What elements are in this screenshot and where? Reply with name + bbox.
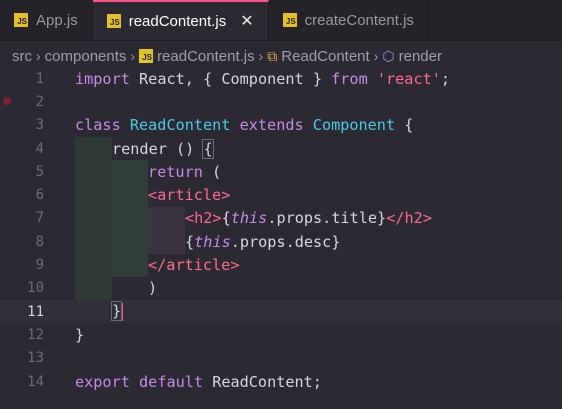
chevron-right-icon: › [36, 48, 41, 64]
line-code: </article> [148, 256, 240, 275]
code-line: 5 return ( [0, 160, 562, 183]
code-line: 2 [0, 90, 562, 113]
line-code: render () { [112, 138, 214, 159]
line-number: 10 [27, 280, 44, 297]
js-file-icon: JS [106, 14, 121, 28]
code-line: 12 } [0, 323, 562, 346]
line-number: 13 [27, 350, 44, 367]
chevron-right-icon: › [373, 48, 379, 64]
line-code: {this.props.desc} [185, 232, 341, 251]
class-symbol-icon: ⧉ [267, 47, 278, 64]
chevron-right-icon: › [258, 48, 264, 64]
js-file-icon: JS [14, 13, 28, 27]
tab-createcontent-js[interactable]: JS createContent.js [268, 0, 429, 40]
line-number: 9 [35, 257, 44, 274]
line-code: return ( [148, 162, 222, 181]
code-line: 3 class ReadContent extends Component { [0, 114, 562, 137]
line-number: 11 [27, 303, 44, 320]
tab-label: createContent.js [304, 11, 414, 29]
line-code: } [75, 325, 85, 344]
tab-bar: JS App.js JS readContent.js ✕ JS createC… [0, 0, 562, 41]
code-line: 1 import React, { Component } from 'reac… [0, 67, 562, 90]
chevron-right-icon: › [130, 48, 136, 64]
close-icon[interactable]: ✕ [240, 11, 253, 31]
line-number: 6 [35, 187, 44, 204]
breadcrumb-class[interactable]: ReadContent [281, 48, 369, 65]
line-code: export default ReadContent; [75, 372, 322, 391]
line-number: 12 [27, 326, 44, 343]
tab-label: readContent.js [128, 12, 227, 30]
code-line: 14 export default ReadContent; [0, 370, 562, 393]
line-code: <h2>{this.props.title}</h2> [185, 209, 432, 228]
breadcrumb-file[interactable]: readContent.js [157, 48, 255, 65]
text-cursor [121, 302, 124, 321]
code-line: 7 <h2>{this.props.title}</h2> [0, 207, 562, 230]
breadcrumb-src[interactable]: src [12, 48, 32, 65]
js-file-icon: JS [282, 13, 297, 27]
code-line: 10 ) [0, 277, 562, 300]
line-number: 2 [35, 93, 44, 110]
tab-label: App.js [36, 11, 78, 29]
code-line: 13 [0, 347, 562, 370]
code-line: 9 </article> [0, 253, 562, 276]
tab-readcontent-js[interactable]: JS readContent.js ✕ [92, 0, 269, 40]
breadcrumb-method[interactable]: render [399, 48, 442, 65]
line-number: 3 [35, 117, 44, 134]
line-number: 14 [27, 373, 44, 390]
line-number: 1 [35, 70, 44, 87]
code-line: 6 <article> [0, 184, 562, 207]
line-code: import React, { Component } from 'react'… [75, 69, 451, 88]
js-file-icon: JS [139, 49, 154, 63]
line-code: class ReadContent extends Component { [75, 116, 414, 135]
code-line: 8 {this.props.desc} [0, 230, 562, 253]
method-symbol-icon: ⬡ [382, 47, 395, 64]
tab-app-js[interactable]: JS App.js [0, 0, 93, 40]
breadcrumb-components[interactable]: components [45, 48, 127, 65]
line-number: 5 [35, 163, 44, 180]
line-number: 7 [35, 210, 44, 227]
line-code: } [110, 301, 124, 322]
code-editor[interactable]: 1 import React, { Component } from 'reac… [0, 67, 562, 409]
line-number: 4 [35, 140, 44, 157]
line-number: 8 [35, 233, 44, 250]
code-line-current: 11 } [0, 300, 562, 324]
code-line: 4 render () { [0, 137, 562, 160]
line-code: ) [148, 279, 158, 298]
line-code: <article> [148, 186, 231, 205]
